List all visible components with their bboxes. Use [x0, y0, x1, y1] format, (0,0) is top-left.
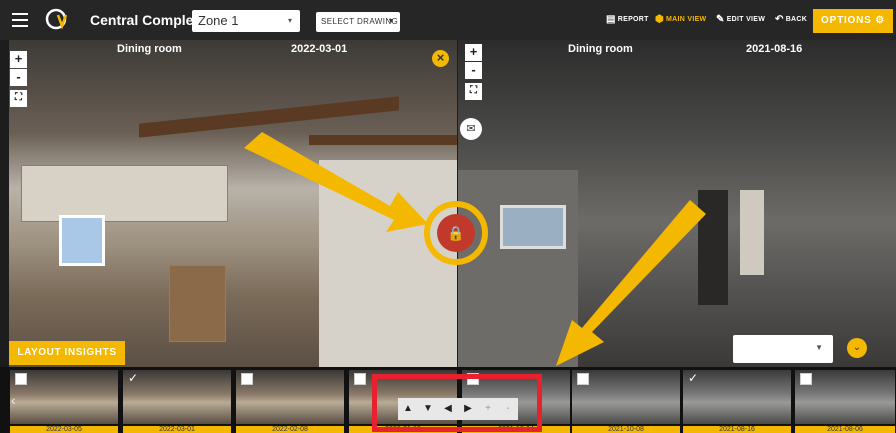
thumbnail-date: 2022-03-01 — [123, 426, 231, 433]
thumbnail[interactable] — [795, 370, 895, 424]
thumbnail[interactable] — [572, 370, 680, 424]
thumbnail-date: 2021-10-08 — [572, 426, 680, 433]
thumbnail[interactable] — [10, 370, 118, 424]
thumbnail-checkbox[interactable] — [354, 373, 366, 385]
view-select[interactable]: ▼ — [733, 335, 833, 363]
thumbnail-date: 2022-02-08 — [236, 426, 344, 433]
thumbnail-checkbox[interactable] — [15, 373, 27, 385]
thumbnail[interactable] — [236, 370, 344, 424]
thumbnail-checkbox[interactable] — [241, 373, 253, 385]
thumbnail-checkbox[interactable] — [800, 373, 812, 385]
thumbnail-checkbox-checked[interactable]: ✓ — [128, 372, 138, 384]
thumbnail-date: 2022-03-05 — [10, 426, 118, 433]
thumbnail-date: 2021-08-16 — [683, 426, 791, 433]
highlight-box — [372, 374, 542, 432]
chevron-left-icon[interactable]: ‹ — [11, 392, 16, 408]
lock-icon[interactable]: 🔒 — [437, 214, 475, 252]
thumbnail-date: 2021-08-06 — [795, 426, 895, 433]
chevron-down-icon[interactable]: ⌄ — [847, 338, 867, 358]
thumbnail-checkbox-checked[interactable]: ✓ — [688, 372, 698, 384]
caret-down-icon: ▼ — [815, 343, 823, 352]
arrow-to-controls — [556, 200, 706, 366]
thumbnail-checkbox[interactable] — [577, 373, 589, 385]
layout-insights-button[interactable]: LAYOUT INSIGHTS — [9, 341, 125, 365]
thumbnail[interactable]: ✓ — [683, 370, 791, 424]
thumbnail[interactable]: ✓ — [123, 370, 231, 424]
arrow-to-lock — [244, 132, 428, 232]
